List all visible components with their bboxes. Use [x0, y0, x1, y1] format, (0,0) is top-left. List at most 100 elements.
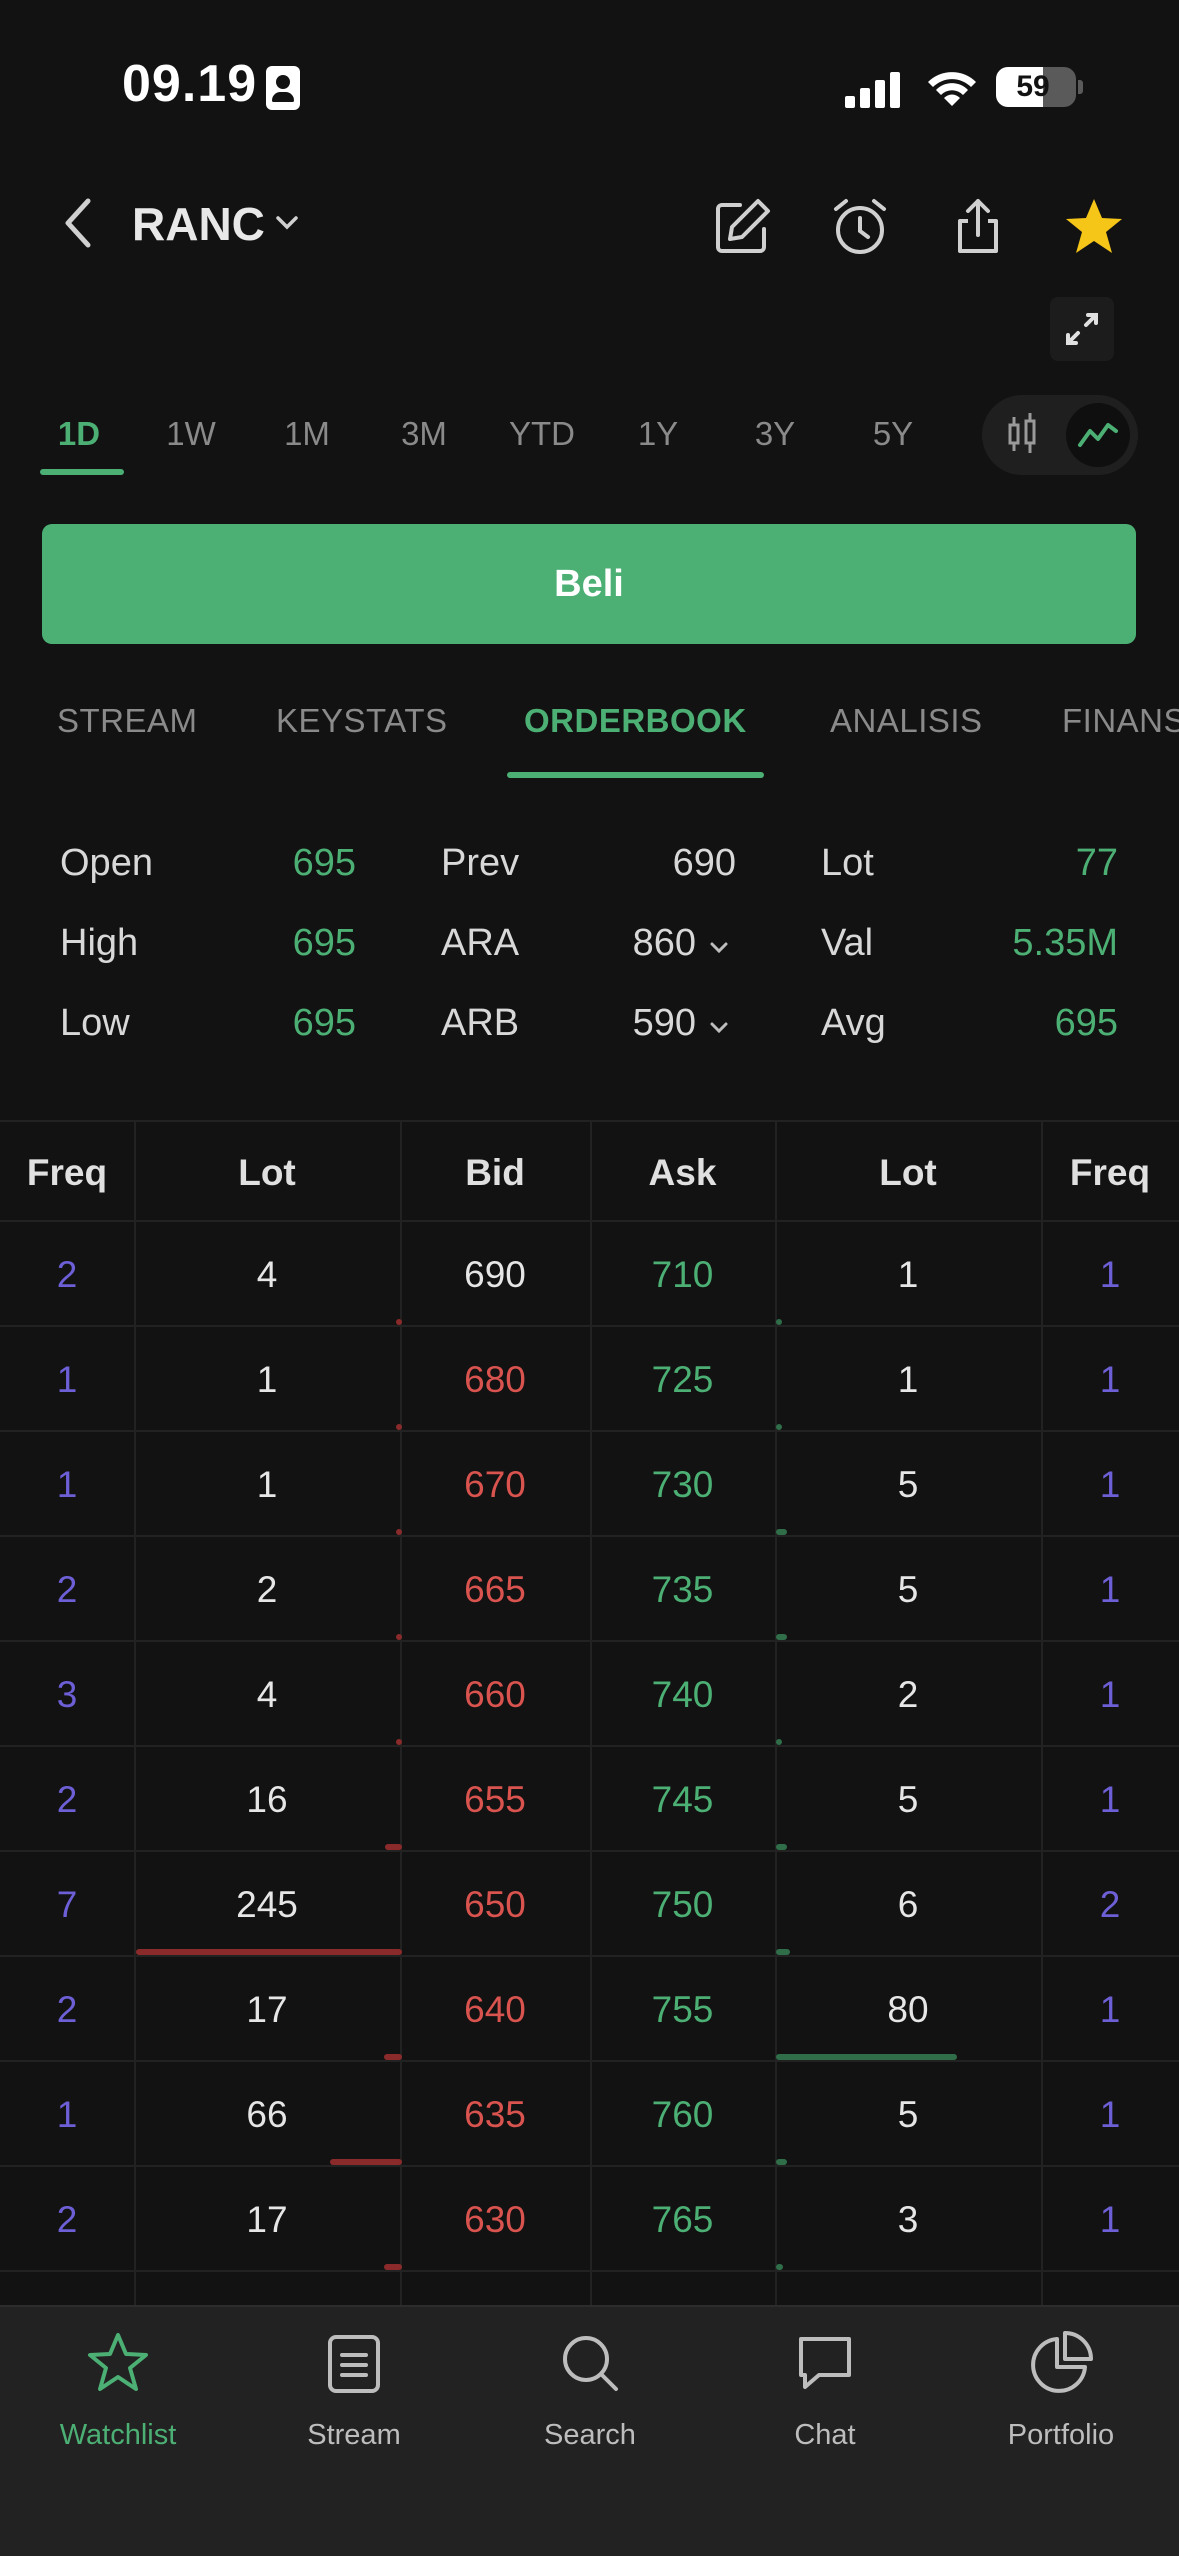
ask-price-cell[interactable]: 735 — [590, 1569, 775, 1611]
bid-volume-bar — [136, 1949, 402, 1955]
orderbook-row[interactable]: 2 2 665 735 5 1 — [0, 1537, 1179, 1642]
chevron-down-icon[interactable] — [708, 936, 730, 958]
ask-volume-bar — [776, 2054, 957, 2060]
bid-volume-bar — [396, 1529, 402, 1535]
tab-keystats[interactable]: KEYSTATS — [276, 702, 447, 740]
ara-value[interactable]: 860 — [580, 922, 696, 965]
orderbook-row[interactable]: 3 4 660 740 2 1 — [0, 1642, 1179, 1747]
period-1d[interactable]: 1D — [34, 415, 124, 453]
bid-volume-bar — [396, 1634, 402, 1640]
chevron-down-icon[interactable] — [708, 1016, 730, 1038]
tab-stream[interactable]: STREAM — [57, 702, 198, 740]
arb-label[interactable]: ARB — [441, 1002, 519, 1045]
edit-icon[interactable] — [710, 195, 774, 259]
header: RANC — [0, 175, 1179, 285]
bid-price-cell[interactable]: 630 — [400, 2199, 590, 2241]
ask-price-cell[interactable]: 750 — [590, 1884, 775, 1926]
ask-volume-bar — [776, 1424, 782, 1430]
ask-price-cell[interactable]: 725 — [590, 1359, 775, 1401]
bid-price-cell[interactable]: 660 — [400, 1674, 590, 1716]
nav-watchlist[interactable]: Watchlist — [0, 2307, 236, 2507]
period-1w[interactable]: 1W — [146, 415, 236, 453]
fullscreen-button[interactable] — [1050, 297, 1114, 361]
period-3y[interactable]: 3Y — [730, 415, 820, 453]
ticker-symbol[interactable]: RANC — [132, 197, 265, 251]
nav-chat-label: Chat — [794, 2419, 856, 2451]
bid-price-cell[interactable]: 655 — [400, 1779, 590, 1821]
bid-price-cell[interactable]: 635 — [400, 2094, 590, 2136]
ask-volume-bar — [776, 1949, 790, 1955]
bid-volume-bar — [385, 1844, 402, 1850]
chat-icon — [799, 2337, 851, 2389]
high-value: 695 — [292, 922, 356, 964]
cellular-signal-icon — [845, 72, 903, 108]
orderbook-row[interactable]: 2 4 690 710 1 1 — [0, 1222, 1179, 1327]
ara-label[interactable]: ARA — [441, 922, 519, 965]
ask-volume-bar — [776, 1529, 787, 1535]
nav-stream[interactable]: Stream — [236, 2307, 472, 2507]
arb-value[interactable]: 590 — [580, 1002, 696, 1045]
bid-lot-cell: 4 — [256, 1674, 278, 1715]
nav-search[interactable]: Search — [472, 2307, 708, 2507]
bid-price-cell[interactable]: 640 — [400, 1989, 590, 2031]
share-icon[interactable] — [946, 195, 1010, 259]
ask-freq-cell: 1 — [1099, 1464, 1121, 1505]
avg-value: 695 — [1054, 1002, 1118, 1044]
nav-stream-label: Stream — [307, 2419, 401, 2451]
orderbook-row[interactable]: 7 245 650 750 6 2 — [0, 1852, 1179, 1957]
orderbook-row[interactable]: 2 17 630 765 3 1 — [0, 2167, 1179, 2272]
ask-price-cell[interactable]: 765 — [590, 2199, 775, 2241]
ask-price-cell[interactable]: 760 — [590, 2094, 775, 2136]
bid-volume-bar — [396, 1424, 402, 1430]
buy-button[interactable]: Beli — [42, 524, 1136, 644]
candlestick-icon[interactable] — [990, 403, 1054, 467]
ask-price-cell[interactable]: 730 — [590, 1464, 775, 1506]
orderbook-row[interactable]: 2 17 640 755 80 1 — [0, 1957, 1179, 2062]
star-icon[interactable] — [1062, 195, 1126, 259]
contact-card-icon — [266, 66, 300, 110]
tab-finans[interactable]: FINANS — [1062, 702, 1179, 740]
ask-price-cell[interactable]: 710 — [590, 1254, 775, 1296]
bid-price-cell[interactable]: 665 — [400, 1569, 590, 1611]
nav-portfolio[interactable]: Portfolio — [943, 2307, 1179, 2507]
period-5y[interactable]: 5Y — [848, 415, 938, 453]
back-icon[interactable] — [58, 195, 98, 251]
bid-freq-cell: 2 — [56, 1779, 78, 1820]
bid-price-cell[interactable]: 650 — [400, 1884, 590, 1926]
line-chart-icon[interactable] — [1066, 403, 1130, 467]
ask-volume-bar — [776, 2264, 783, 2270]
ask-price-cell[interactable]: 755 — [590, 1989, 775, 2031]
period-ytd[interactable]: YTD — [497, 415, 587, 453]
bid-price-cell[interactable]: 670 — [400, 1464, 590, 1506]
ask-lot-cell: 80 — [887, 1989, 929, 2030]
orderbook-row[interactable]: 1 1 670 730 5 1 — [0, 1432, 1179, 1537]
bid-lot-cell: 1 — [256, 1359, 278, 1400]
bid-freq-cell: 2 — [56, 1989, 78, 2030]
chevron-down-icon[interactable] — [272, 207, 302, 237]
ask-volume-bar — [776, 1634, 787, 1640]
orderbook-row[interactable]: 1 66 635 760 5 1 — [0, 2062, 1179, 2167]
tab-analisis[interactable]: ANALISIS — [830, 702, 983, 740]
orderbook-row[interactable]: 2 16 655 745 5 1 — [0, 1747, 1179, 1852]
orderbook-row[interactable]: 1 1 680 725 1 1 — [0, 1327, 1179, 1432]
low-value: 695 — [292, 1002, 356, 1044]
val-label: Val — [821, 922, 874, 964]
period-1m[interactable]: 1M — [262, 415, 352, 453]
bid-price-cell[interactable]: 690 — [400, 1254, 590, 1296]
tab-orderbook[interactable]: ORDERBOOK — [524, 702, 747, 740]
alarm-icon[interactable] — [828, 195, 892, 259]
bid-volume-bar — [384, 2264, 402, 2270]
ask-volume-bar — [776, 2159, 787, 2165]
price-stats: Open 695 Prev 690 Lot 77 High 695 ARA 86… — [0, 820, 1179, 1080]
battery-level: 59 — [1016, 70, 1050, 103]
bid-price-cell[interactable]: 680 — [400, 1359, 590, 1401]
nav-chat[interactable]: Chat — [707, 2307, 943, 2507]
ask-price-cell[interactable]: 745 — [590, 1779, 775, 1821]
ask-freq-cell: 1 — [1099, 1569, 1121, 1610]
bid-freq-cell: 1 — [56, 1359, 78, 1400]
bid-lot-header: Lot — [238, 1152, 296, 1193]
ask-price-cell[interactable]: 740 — [590, 1674, 775, 1716]
period-3m[interactable]: 3M — [379, 415, 469, 453]
chart-type-toggle — [982, 395, 1138, 475]
period-1y[interactable]: 1Y — [613, 415, 703, 453]
